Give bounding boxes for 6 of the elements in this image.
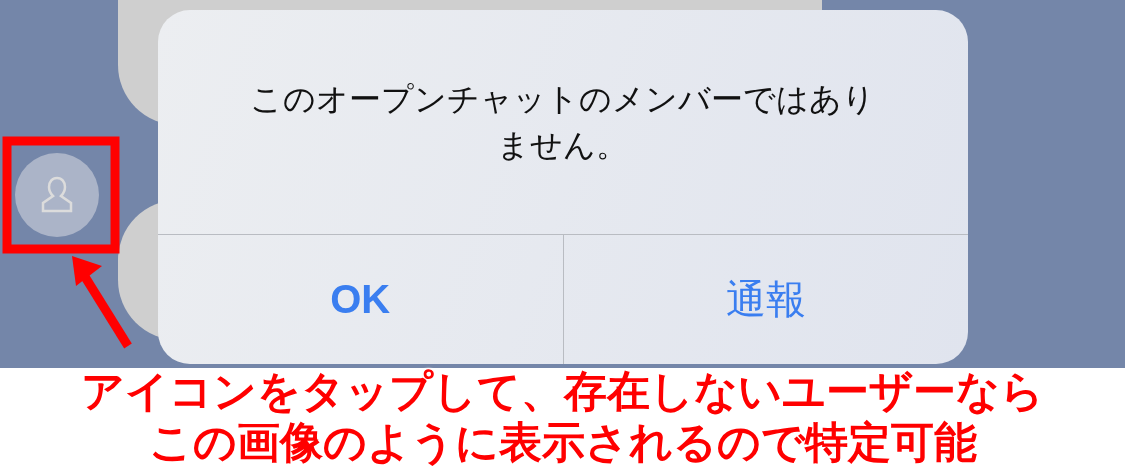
person-icon (39, 175, 75, 215)
annotation-caption: アイコンをタップして、存在しないユーザーなら (81, 366, 1044, 417)
report-button[interactable]: 通報 (562, 235, 968, 364)
alert-message: このオープンチャットのメンバーではありません。 (249, 78, 877, 166)
annotation-caption: この画像のように表示されるので特定可能 (148, 417, 977, 468)
ok-button[interactable]: OK (158, 235, 563, 364)
